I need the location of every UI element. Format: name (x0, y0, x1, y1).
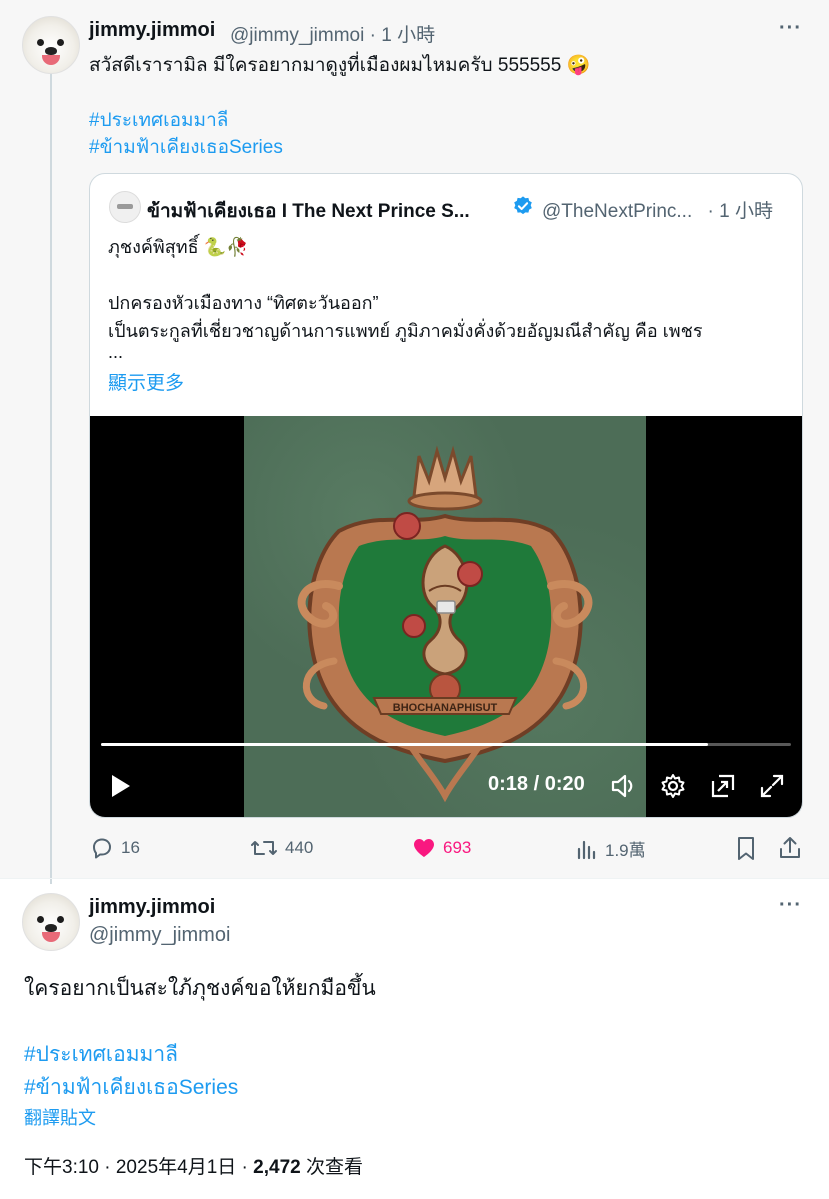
like-count: 693 (443, 838, 472, 857)
bookmark-icon[interactable] (735, 836, 757, 862)
pip-icon[interactable] (709, 772, 737, 800)
author-name[interactable]: jimmy.jimmoi (89, 19, 215, 42)
view-count-label: 次查看 (300, 1157, 363, 1178)
retweet-icon (251, 841, 277, 855)
hashtag-link[interactable]: #ข้ามฟ้าเคียงเธอSeries (24, 1071, 238, 1104)
fullscreen-icon[interactable] (758, 772, 786, 800)
avatar[interactable] (22, 16, 80, 74)
play-icon[interactable] (110, 774, 132, 798)
reply-count: 16 (121, 838, 140, 857)
author-handle[interactable]: @jimmy_jimmoi (230, 25, 364, 46)
more-options-button[interactable]: ··· (779, 17, 802, 40)
quoted-author-handle[interactable]: @TheNextPrinc... (542, 201, 692, 222)
share-icon[interactable] (778, 835, 802, 861)
settings-gear-icon[interactable] (659, 772, 687, 800)
hashtag-link[interactable]: #ข้ามฟ้าเคียงเธอSeries (89, 132, 283, 162)
retweet-button[interactable]: 440 (250, 836, 313, 860)
quoted-text-line: ปกครองหัวเมืองทาง “ทิศตะวันออก” (108, 293, 379, 313)
quoted-author-name[interactable]: ข้ามฟ้าเคียงเธอ I The Next Prince S... (147, 196, 470, 226)
reply-icon (93, 838, 111, 859)
hashtag-link[interactable]: #ประเทศเอมมาลี (89, 105, 228, 135)
crest-emblem-image: BHOCHANAPHISUT (297, 445, 593, 803)
video-progress-bar[interactable] (101, 743, 791, 746)
views-count: 1.9萬 (605, 841, 646, 860)
quoted-tweet-card[interactable]: ข้ามฟ้าเคียงเธอ I The Next Prince S... @… (89, 173, 803, 818)
video-poster: BHOCHANAPHISUT (244, 416, 646, 817)
author-name[interactable]: jimmy.jimmoi (89, 896, 215, 919)
divider (0, 878, 829, 879)
video-player[interactable]: BHOCHANAPHISUT 0:18 / 0:20 (90, 416, 802, 817)
post-timestamp[interactable]: 下午3:10 · 2025年4月1日 · (24, 1157, 253, 1178)
tweet-text: ใครอยากเป็นสะใภ้ภุชงค์ขอให้ยกมือขึ้น (24, 977, 376, 1000)
thread-connector-line (50, 74, 52, 884)
video-progress-fill (101, 743, 709, 746)
reply-button[interactable]: 16 (90, 836, 140, 860)
views-chart-icon (577, 840, 596, 859)
quoted-text-line: ภุชงค์พิสุทธิ์ 🐍🥀 (108, 237, 249, 257)
post-meta: 下午3:10 · 2025年4月1日 · 2,472 次查看 (24, 1152, 363, 1179)
translate-post-link[interactable]: 翻譯貼文 (24, 1104, 96, 1130)
heart-icon (414, 839, 434, 857)
video-time: 0:18 / 0:20 (488, 773, 585, 795)
avatar[interactable] (22, 893, 80, 951)
more-options-button[interactable]: ··· (779, 894, 802, 917)
post-time[interactable]: · 1 小時 (370, 25, 435, 46)
volume-icon[interactable] (610, 772, 638, 800)
verified-badge-icon (514, 196, 532, 215)
like-button[interactable]: 693 (412, 836, 471, 860)
crest-banner-text: BHOCHANAPHISUT (393, 702, 498, 714)
hashtag-link[interactable]: #ประเทศเอมมาลี (24, 1038, 178, 1071)
quoted-avatar[interactable] (109, 191, 141, 223)
views-button[interactable]: 1.9萬 (576, 836, 646, 861)
show-more-link[interactable]: 顯示更多 (108, 368, 184, 395)
author-handle[interactable]: @jimmy_jimmoi (89, 924, 230, 947)
tweet-text: สวัสดีเรารามิล มีใครอยากมาดูงูที่เมืองผม… (89, 55, 591, 76)
quoted-post-time[interactable]: · 1 小時 (708, 201, 773, 222)
quoted-text-ellipsis: ... (108, 342, 124, 362)
view-count[interactable]: 2,472 (253, 1157, 301, 1178)
quoted-text-line: เป็นตระกูลที่เชี่ยวชาญด้านการแพทย์ ภูมิภ… (108, 321, 703, 341)
retweet-count: 440 (285, 838, 314, 857)
